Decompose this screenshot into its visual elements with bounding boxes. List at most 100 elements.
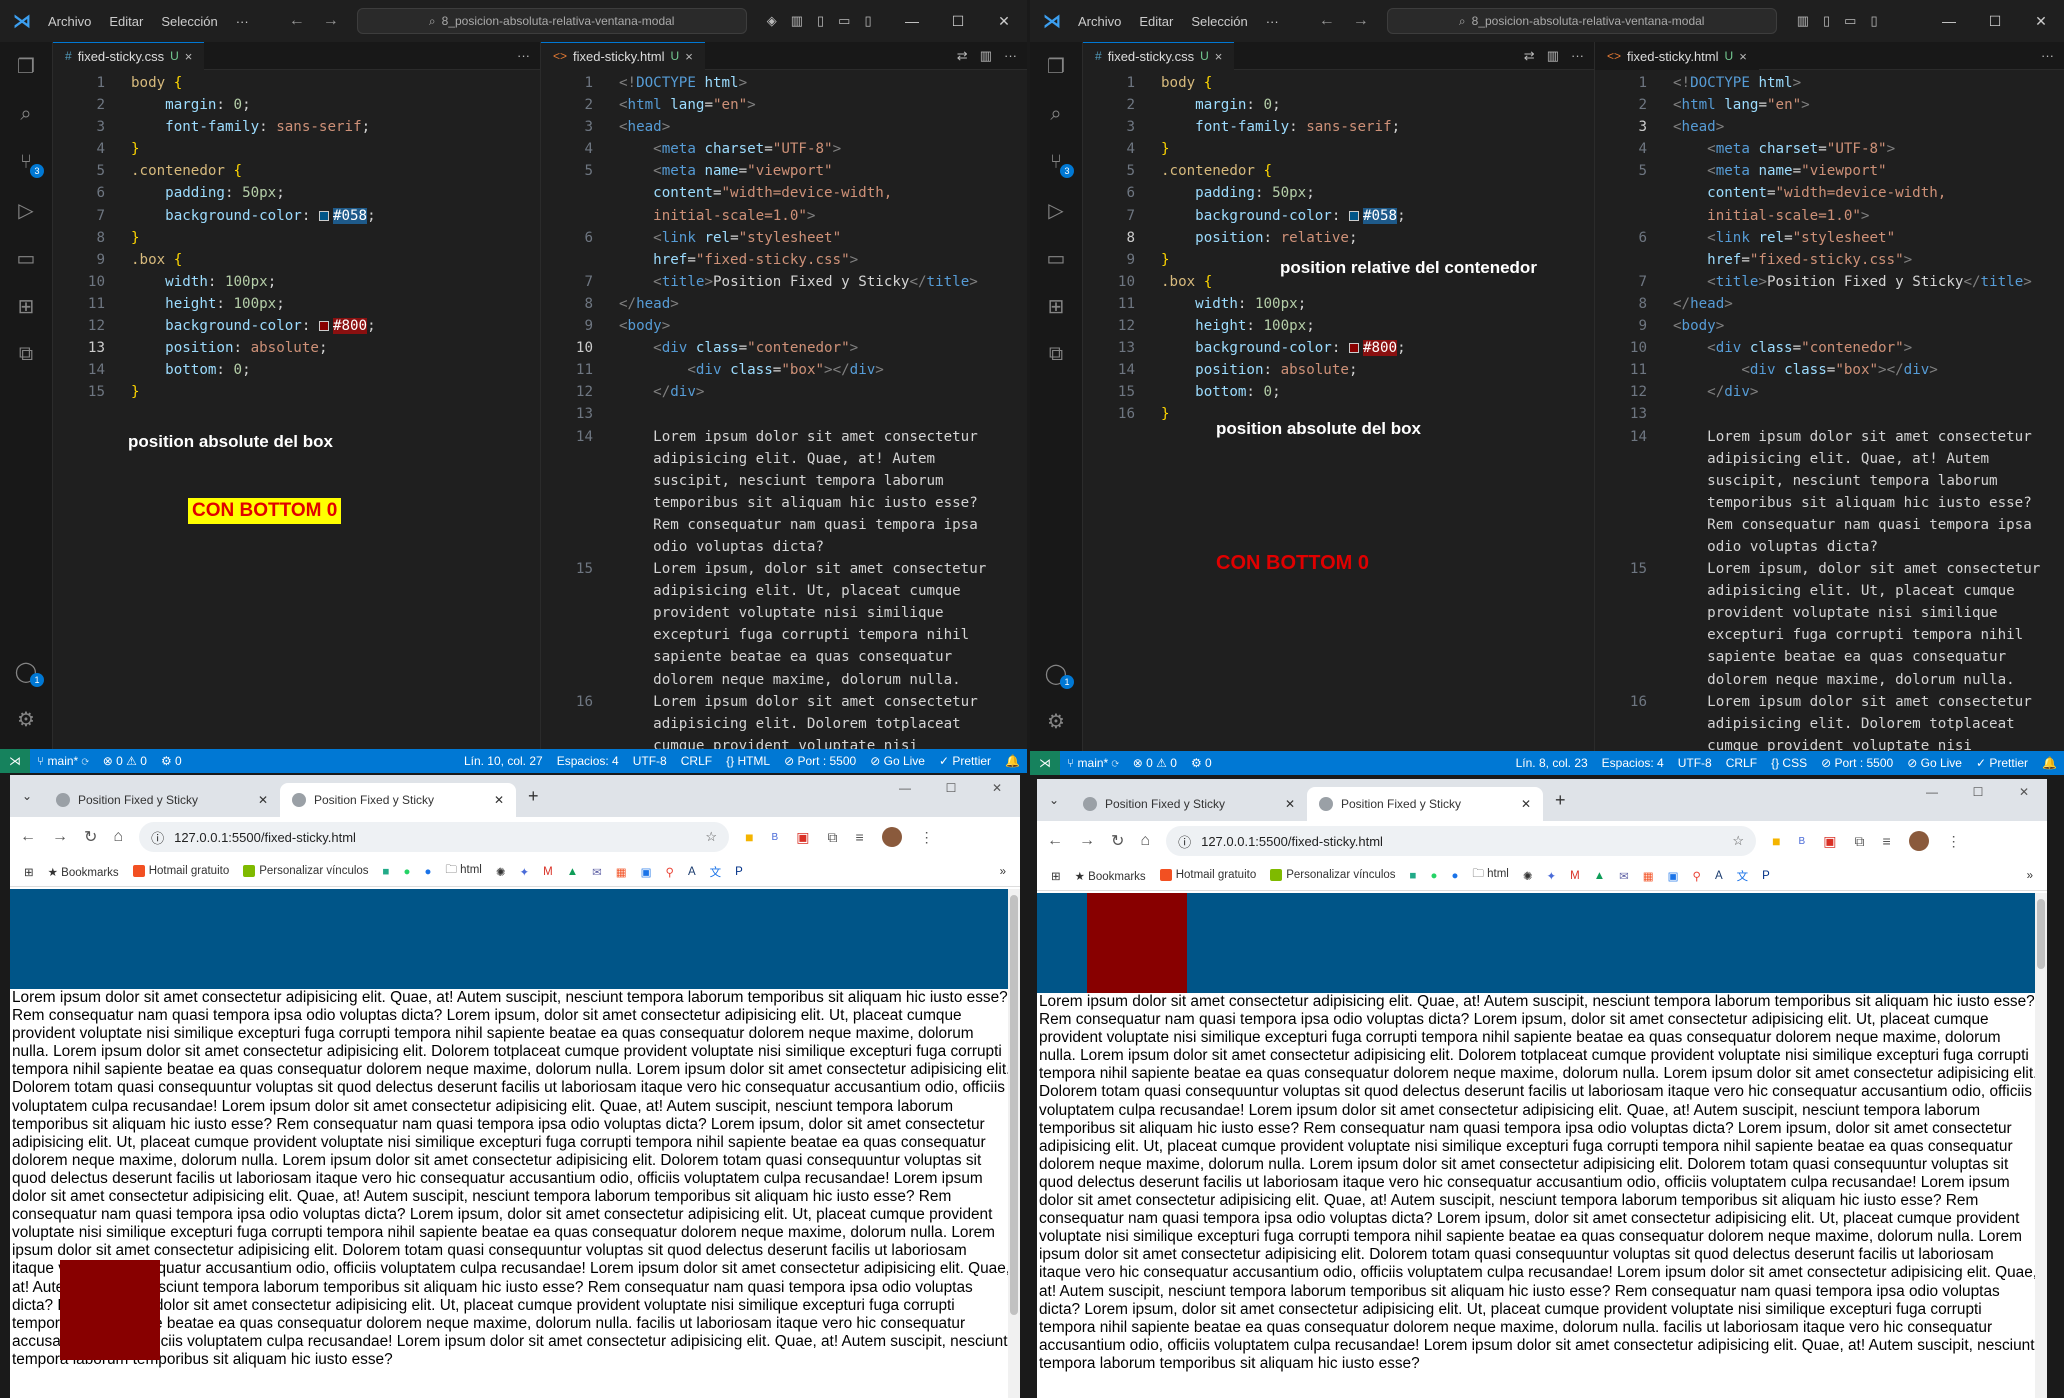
open-changes-icon[interactable]: ⇄ (957, 48, 968, 64)
indentation[interactable]: Espacios: 4 (1595, 756, 1671, 770)
forward-arrow-icon[interactable]: → (323, 12, 339, 30)
menu-editar[interactable]: Editar (109, 14, 143, 29)
explorer-icon[interactable]: ❐ (1030, 42, 1082, 90)
code-editor[interactable]: 1 <!DOCTYPE html> 2 <html lang="en"> 3 <head>… (541, 72, 1027, 749)
home-icon[interactable]: ⌂ (1140, 832, 1150, 850)
problems-status[interactable]: ⊗ 0 ⚠ 0 (96, 754, 154, 768)
whatsapp-icon[interactable]: ● (404, 866, 411, 878)
split-editor-icon[interactable]: ▥ (980, 48, 992, 64)
maps-icon[interactable]: ⚲ (1693, 869, 1701, 883)
remote-indicator-icon[interactable]: ⋊ (0, 749, 30, 773)
drive-icon[interactable]: ▲ (1594, 870, 1605, 882)
more-actions-icon[interactable]: ··· (2041, 48, 2054, 63)
page-scrollbar[interactable] (2035, 893, 2047, 1398)
go-live-button[interactable]: ⊘ Go Live (1900, 756, 1969, 770)
menu-editar[interactable]: Editar (1139, 14, 1173, 29)
cursor-position[interactable]: Lín. 8, col. 23 (1509, 756, 1595, 770)
go-live-button[interactable]: ⊘ Go Live (863, 754, 932, 768)
back-arrow-icon[interactable]: ← (289, 12, 305, 30)
source-control-icon[interactable]: ⑂ 3 (1030, 138, 1082, 186)
bookmark-icon[interactable]: ■ (1410, 870, 1417, 882)
bookmark-hotmail[interactable]: Hotmail gratuito (1159, 869, 1256, 882)
language-mode[interactable]: {} CSS (1764, 756, 1814, 770)
code-editor[interactable]: 1 body {2 margin: 0; 3 font-family: sans-s… (1083, 72, 1594, 751)
browser-tab-1[interactable]: Position Fixed y Sticky ✕ (1071, 787, 1307, 821)
back-arrow-icon[interactable]: ← (1319, 12, 1335, 30)
close-tab-icon[interactable]: ✕ (1521, 797, 1531, 811)
translate-icon[interactable]: 文 (1737, 868, 1749, 884)
remote-explorer-icon[interactable]: ▭ (1030, 234, 1082, 282)
extension-icon[interactable]: ■ (745, 829, 753, 845)
address-bar[interactable]: ⓘ 127.0.0.1:5500/fixed-sticky.html ☆ (1166, 826, 1757, 856)
browser-tab-2[interactable]: Position Fixed y Sticky ✕ (280, 783, 516, 817)
tab-search-icon[interactable]: ⌄ (10, 779, 44, 813)
close-window-icon[interactable]: ✕ (2001, 785, 2047, 799)
browser-tab-2[interactable]: Position Fixed y Sticky ✕ (1307, 787, 1543, 821)
layout-icon[interactable]: ▥ (1797, 13, 1809, 29)
bookmark-html-folder[interactable]: 🗀 html (1472, 866, 1508, 885)
accounts-icon[interactable]: ◯ 1 (0, 647, 52, 695)
forward-icon[interactable]: → (52, 828, 68, 846)
menu-more[interactable]: ··· (236, 14, 249, 29)
openai-icon[interactable]: ✺ (1523, 869, 1533, 883)
bookmark-star-icon[interactable]: ☆ (705, 829, 717, 845)
ms-icon[interactable]: ▦ (616, 865, 627, 879)
maps-icon[interactable]: ⚲ (666, 865, 674, 879)
chat-icon[interactable]: ● (424, 866, 431, 878)
close-window-icon[interactable]: ✕ (974, 781, 1020, 795)
close-tab-icon[interactable]: × (1215, 49, 1223, 64)
extensions-icon[interactable]: ⊞ (1030, 282, 1082, 330)
gmail-icon[interactable]: M (1570, 870, 1580, 882)
a-icon[interactable]: A (1715, 870, 1723, 882)
mail-icon[interactable]: ✉ (1619, 869, 1629, 883)
indentation[interactable]: Espacios: 4 (550, 754, 626, 768)
media-icon[interactable]: ≡ (1882, 833, 1890, 849)
bookmark-html-folder[interactable]: 🗀 html (445, 862, 481, 881)
sidebar-toggle-icon[interactable]: ▯ (1823, 13, 1830, 29)
reload-icon[interactable]: ↻ (84, 827, 97, 847)
explorer-icon[interactable]: ❐ (0, 42, 52, 90)
back-icon[interactable]: ← (20, 828, 36, 846)
bookmark-star-icon[interactable]: ☆ (1732, 833, 1744, 849)
ports-status[interactable]: ⚙ 0 (1184, 756, 1219, 770)
apps-grid-icon[interactable]: ⊞ (24, 865, 34, 879)
cursor-position[interactable]: Lín. 10, col. 27 (457, 754, 550, 768)
settings-gear-icon[interactable]: ⚙ (1030, 697, 1082, 745)
live-share-icon[interactable]: ⧉ (0, 330, 52, 378)
close-tab-icon[interactable]: ✕ (1285, 797, 1295, 811)
close-tab-icon[interactable]: × (185, 49, 193, 64)
maximize-icon[interactable]: ☐ (928, 781, 974, 795)
avatar[interactable] (1908, 831, 1929, 851)
calendar-icon[interactable]: ▣ (641, 865, 652, 879)
branch-status[interactable]: ⑂ main* ⟳ (1060, 756, 1126, 770)
extension-icon[interactable]: B (1799, 836, 1806, 847)
split-editor-icon[interactable]: ▥ (1547, 48, 1559, 64)
more-bookmarks-icon[interactable]: » (2027, 870, 2033, 882)
address-bar[interactable]: ⓘ 127.0.0.1:5500/fixed-sticky.html ☆ (139, 822, 730, 852)
prettier-status[interactable]: ✓ Prettier (1969, 756, 2035, 770)
end-of-line[interactable]: CRLF (674, 754, 719, 768)
avatar[interactable] (881, 827, 902, 847)
encoding[interactable]: UTF-8 (626, 754, 674, 768)
layout-icon[interactable]: ▥ (791, 13, 803, 29)
whatsapp-icon[interactable]: ● (1431, 870, 1438, 882)
ports-status[interactable]: ⚙ 0 (154, 754, 189, 768)
maximize-icon[interactable]: ☐ (1955, 785, 2001, 799)
forward-icon[interactable]: → (1079, 832, 1095, 850)
remote-indicator-icon[interactable]: ⋊ (1030, 751, 1060, 775)
extensions-icon[interactable]: ⊞ (0, 282, 52, 330)
bookmark-hotmail[interactable]: Hotmail gratuito (132, 865, 229, 878)
tab-fixed-sticky-html[interactable]: <> fixed-sticky.html U × (541, 42, 705, 70)
panel-toggle-icon[interactable]: ▭ (838, 13, 850, 29)
extension-icon[interactable]: ▣ (796, 829, 809, 846)
bookmark-personalizar[interactable]: Personalizar vínculos (243, 865, 369, 878)
live-share-icon[interactable]: ⧉ (1030, 330, 1082, 378)
mail-icon[interactable]: ✉ (592, 865, 602, 879)
translate-icon[interactable]: 文 (710, 864, 722, 880)
run-debug-icon[interactable]: ▷ (0, 186, 52, 234)
openai-icon[interactable]: ✺ (496, 865, 506, 879)
extension-icon[interactable]: ▣ (1823, 833, 1836, 850)
extension-icon[interactable]: B (772, 832, 779, 843)
command-center-search[interactable]: ⌕ 8_posicion-absoluta-relativa-ventana-mo… (356, 8, 747, 34)
browser-tab-1[interactable]: Position Fixed y Sticky ✕ (44, 783, 280, 817)
